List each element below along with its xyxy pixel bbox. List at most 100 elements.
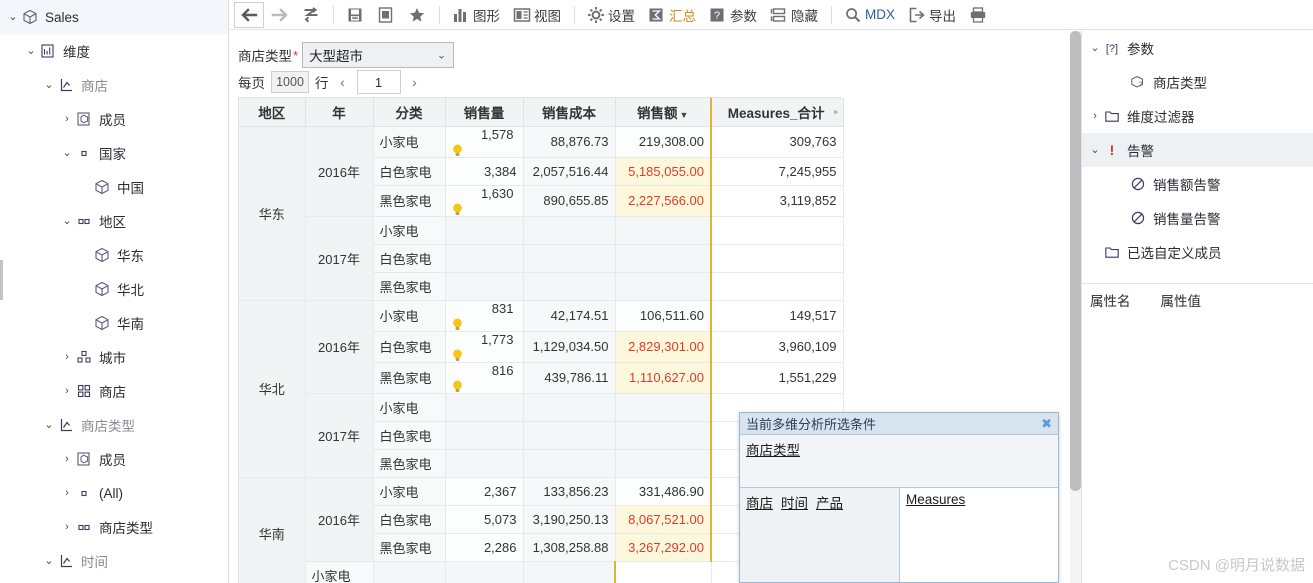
chevron-down-icon[interactable]: ⌄	[1088, 43, 1102, 54]
tree-item-华北[interactable]: 华北	[0, 272, 228, 306]
chevron-down-icon[interactable]: ⌄	[24, 46, 38, 57]
toolbar-button-back-arrow[interactable]	[234, 2, 264, 28]
cube-icon	[92, 178, 112, 196]
chevron-right-icon[interactable]: ›	[60, 488, 74, 499]
tree-item-label: 成员	[99, 449, 126, 469]
right-tree-item-销售额告警[interactable]: 销售额告警	[1082, 167, 1313, 201]
page-size-input[interactable]: 1000	[271, 71, 309, 93]
tree-item-国家[interactable]: ⌄国家	[0, 136, 228, 170]
alert-bulb-icon[interactable]	[452, 380, 517, 393]
sales-qty-value: 1,578	[481, 127, 514, 142]
column-header-销售成本[interactable]: 销售成本	[523, 98, 615, 126]
toolbar-button-视图[interactable]: 视图	[507, 2, 567, 28]
dialog-axis-link[interactable]: 商店	[746, 492, 773, 512]
sales-amount-cell: 1,110,627.00	[615, 362, 711, 393]
tree-item-(All)[interactable]: ›(All)	[0, 476, 228, 510]
table-row[interactable]: 华东2016年小家电1,57888,876.73219,308.00309,76…	[239, 126, 843, 157]
tree-item-成员[interactable]: › 成员	[0, 442, 228, 476]
tree-item-中国[interactable]: 中国	[0, 170, 228, 204]
tree-item-华东[interactable]: 华东	[0, 238, 228, 272]
table-row[interactable]: 2017年小家电	[239, 216, 843, 244]
current-page-input[interactable]: 1	[357, 70, 401, 94]
tree-item-Sales[interactable]: ⌄Sales	[0, 0, 228, 34]
forward-arrow-icon	[271, 6, 289, 24]
tree-item-商店[interactable]: ⌄商店	[0, 68, 228, 102]
tree-item-成员[interactable]: ›成员	[0, 578, 228, 583]
tree-item-成员[interactable]: ›成员	[0, 102, 228, 136]
close-icon[interactable]: ✖	[1041, 416, 1052, 432]
toolbar-button-MDX[interactable]: MDX	[838, 2, 901, 28]
table-row[interactable]: 华北2016年小家电83142,174.51106,511.60149,517	[239, 300, 843, 331]
question-icon: ?	[709, 6, 727, 24]
toolbar-button-隐藏[interactable]: 隐藏	[764, 2, 824, 28]
dialog-axis-link[interactable]: 产品	[816, 492, 843, 512]
chevron-down-icon[interactable]: ⌄	[42, 556, 56, 567]
tree-item-商店[interactable]: ›商店	[0, 374, 228, 408]
main-vertical-scrollbar[interactable]	[1070, 31, 1081, 583]
chevron-right-icon[interactable]: ›	[60, 352, 74, 363]
toolbar-button-save-as[interactable]	[371, 2, 401, 28]
chevron-down-icon[interactable]: ⌄	[42, 80, 56, 91]
year-cell: 2017年	[305, 216, 373, 300]
dialog-measure-link[interactable]: Measures	[906, 492, 965, 507]
toolbar-button-star[interactable]	[402, 2, 432, 28]
scroll-right-icon[interactable]: ▸	[834, 106, 839, 117]
chevron-right-icon[interactable]: ›	[60, 454, 74, 465]
tree-item-时间[interactable]: ⌄时间	[0, 544, 228, 578]
sales-cost-cell	[523, 272, 615, 300]
chevron-right-icon[interactable]: ›	[60, 522, 74, 533]
toolbar-button-refresh[interactable]	[296, 2, 326, 28]
tree-item-地区[interactable]: ⌄地区	[0, 204, 228, 238]
column-header-年[interactable]: 年	[305, 98, 373, 126]
chevron-down-icon[interactable]: ⌄	[60, 148, 74, 159]
toolbar-button-print[interactable]	[963, 2, 993, 28]
left-sidebar-scrollbar[interactable]	[0, 260, 3, 300]
measures-total-cell	[615, 561, 711, 583]
toolbar-button-图形[interactable]: 图形	[446, 2, 506, 28]
chevron-down-icon[interactable]: ⌄	[6, 12, 20, 23]
alert-bulb-icon[interactable]	[452, 349, 517, 362]
tree-item-城市[interactable]: ›城市	[0, 340, 228, 374]
sort-desc-icon[interactable]: ▼	[680, 110, 689, 120]
toolbar-button-参数[interactable]: ?参数	[703, 2, 763, 28]
store-type-select-value: 大型超市	[309, 45, 363, 65]
column-header-地区[interactable]: 地区	[239, 98, 305, 126]
dialog-filter-area: 商店类型	[740, 435, 1058, 488]
chevron-right-icon[interactable]: ›	[1088, 111, 1102, 122]
chevron-right-icon[interactable]: ›	[60, 114, 74, 125]
tree-item-华南[interactable]: 华南	[0, 306, 228, 340]
store-type-select[interactable]: 大型超市 ⌄	[302, 42, 454, 68]
tree-item-商店类型[interactable]: ›商店类型	[0, 510, 228, 544]
chevron-right-icon[interactable]: ›	[60, 386, 74, 397]
right-tree-item-告警[interactable]: ⌄!告警	[1082, 133, 1313, 167]
required-marker: *	[293, 48, 298, 63]
right-tree-item-商店类型[interactable]: ?商店类型	[1082, 65, 1313, 99]
alert-bulb-icon[interactable]	[452, 318, 517, 331]
tree-item-维度[interactable]: ⌄维度	[0, 34, 228, 68]
alert-bulb-icon[interactable]	[452, 144, 517, 157]
right-tree-item-参数[interactable]: ⌄[?]参数	[1082, 31, 1313, 65]
prev-page-button[interactable]: ‹	[335, 74, 351, 90]
column-header-分类[interactable]: 分类	[373, 98, 445, 126]
toolbar-button-汇总[interactable]: 汇总	[642, 2, 702, 28]
toolbar-button-save[interactable]	[340, 2, 370, 28]
alert-bulb-icon[interactable]	[452, 203, 517, 216]
column-header-销售量[interactable]: 销售量	[445, 98, 523, 126]
chevron-down-icon[interactable]: ⌄	[60, 216, 74, 227]
right-tree-item-销售量告警[interactable]: 销售量告警	[1082, 201, 1313, 235]
toolbar-button-导出[interactable]: 导出	[902, 2, 962, 28]
column-header-销售额[interactable]: 销售额▼	[615, 98, 711, 126]
right-tree-item-已选自定义成员[interactable]: 已选自定义成员	[1082, 235, 1313, 269]
right-tree-item-维度过滤器[interactable]: ›维度过滤器	[1082, 99, 1313, 133]
dialog-axis-link[interactable]: 时间	[781, 492, 808, 512]
scrollbar-thumb[interactable]	[1070, 31, 1081, 491]
tree-item-商店类型[interactable]: ⌄商店类型	[0, 408, 228, 442]
column-header-Measures_合计[interactable]: Measures_合计▸	[711, 98, 843, 126]
watermark: CSDN @明月说数据	[1168, 554, 1305, 575]
toolbar-button-forward-arrow[interactable]	[265, 2, 295, 28]
chevron-down-icon[interactable]: ⌄	[42, 420, 56, 431]
chevron-down-icon[interactable]: ⌄	[1088, 145, 1102, 156]
dialog-filter-link[interactable]: 商店类型	[746, 443, 800, 458]
toolbar-button-设置[interactable]: 设置	[581, 2, 641, 28]
next-page-button[interactable]: ›	[407, 74, 423, 90]
